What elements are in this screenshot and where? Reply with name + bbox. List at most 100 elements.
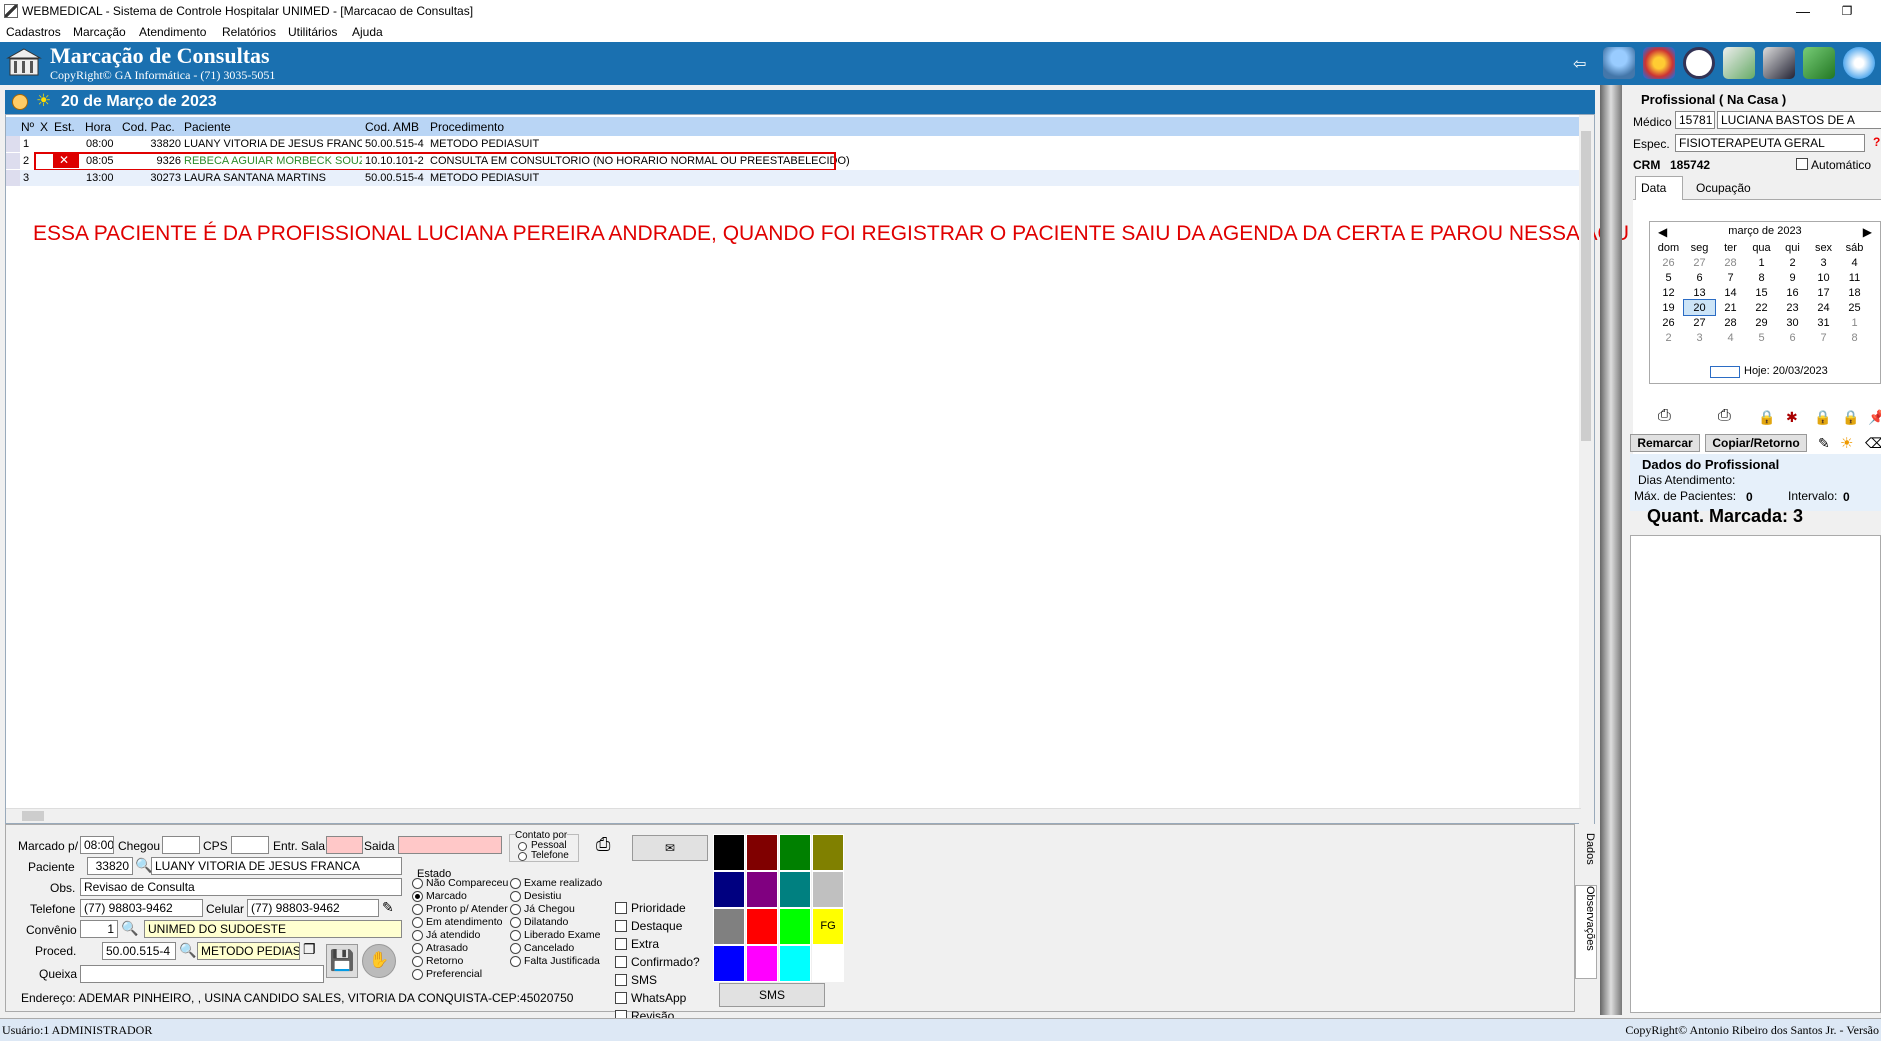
estado-radio-7-left[interactable]	[412, 969, 423, 980]
pin-icon[interactable]: 📌	[1868, 409, 1881, 426]
minimize-icon[interactable]: —	[1781, 1, 1825, 21]
calendar-day[interactable]: 6	[1777, 330, 1808, 345]
calendar-day[interactable]: 19	[1653, 300, 1684, 315]
menu-utilitarios[interactable]: Utilitários	[288, 25, 337, 39]
color-swatch[interactable]	[713, 945, 745, 982]
table-row[interactable]: 1 08:00 33820 LUANY VITORIA DE JESUS FRA…	[6, 136, 1581, 153]
estado-radio-1-left[interactable]	[412, 891, 423, 902]
calendar-day[interactable]: 29	[1746, 315, 1777, 330]
tab-dados[interactable]: Dados	[1578, 833, 1596, 883]
handshake-icon[interactable]	[1763, 47, 1795, 79]
estado-radio-3-left[interactable]	[412, 917, 423, 928]
estado-radio-1-right[interactable]	[510, 891, 521, 902]
menu-ajuda[interactable]: Ajuda	[352, 25, 383, 39]
color-swatch[interactable]	[746, 871, 778, 908]
color-swatch[interactable]	[812, 871, 844, 908]
calendar-day[interactable]: 7	[1715, 270, 1746, 285]
calendar-day[interactable]: 4	[1839, 255, 1870, 270]
calendar-day[interactable]: 14	[1715, 285, 1746, 300]
lock-icon[interactable]: 🔒	[1758, 409, 1775, 426]
calendar-day[interactable]: 9	[1777, 270, 1808, 285]
edit-doc-icon[interactable]: ✎	[1818, 435, 1830, 452]
paciente-name-field[interactable]: LUANY VITORIA DE JESUS FRANCA	[151, 857, 402, 875]
medico-code-field[interactable]: 15781	[1675, 111, 1715, 129]
calendar-day[interactable]: 27	[1684, 255, 1715, 270]
calendar-day[interactable]: 2	[1653, 330, 1684, 345]
menu-relatorios[interactable]: Relatórios	[222, 25, 276, 39]
table-row[interactable]: 3 13:00 30273 LAURA SANTANA MARTINS 50.0…	[6, 170, 1581, 187]
color-swatch[interactable]	[779, 834, 811, 871]
estado-radio-4-left[interactable]	[412, 930, 423, 941]
tab-data[interactable]: Data	[1635, 176, 1683, 200]
calendar-day[interactable]: 6	[1684, 270, 1715, 285]
calendar-day[interactable]: 25	[1839, 300, 1870, 315]
estado-radio-0-right[interactable]	[510, 878, 521, 889]
col-n[interactable]: Nº	[21, 120, 34, 134]
copy-icon[interactable]: ❐	[303, 941, 316, 958]
entr-sala-field[interactable]	[326, 836, 363, 854]
print-list-icon[interactable]: ⎙	[1718, 407, 1731, 425]
menu-cadastros[interactable]: Cadastros	[6, 25, 61, 39]
today-link[interactable]: Hoje: 20/03/2023	[1744, 365, 1828, 377]
espec-field[interactable]: FISIOTERAPEUTA GERAL	[1675, 134, 1865, 152]
calendar-day[interactable]: 11	[1839, 270, 1870, 285]
calendar-day[interactable]: 16	[1777, 285, 1808, 300]
tab-ocupacao[interactable]: Ocupação	[1688, 178, 1766, 200]
users-icon[interactable]	[1603, 47, 1635, 79]
color-swatch[interactable]	[779, 908, 811, 945]
contato-telefone-radio[interactable]	[518, 852, 527, 861]
bug-icon[interactable]: ✱	[1786, 409, 1798, 426]
menu-atendimento[interactable]: Atendimento	[139, 25, 206, 39]
envelope-button[interactable]: ✉	[632, 835, 708, 861]
proced-name-field[interactable]: METODO PEDIAS	[197, 942, 300, 960]
col-x[interactable]: X	[40, 120, 48, 134]
queixa-field[interactable]	[80, 965, 324, 983]
color-swatch[interactable]	[746, 834, 778, 871]
calendar-day[interactable]: 13	[1684, 285, 1715, 300]
calendar-day[interactable]: 12	[1653, 285, 1684, 300]
back-arrow-icon[interactable]: ⇦	[1573, 54, 1586, 74]
horizontal-scrollbar[interactable]	[6, 808, 1581, 823]
sun-small-icon[interactable]: ☀	[1840, 434, 1853, 452]
help-icon[interactable]: ?	[1873, 135, 1880, 149]
tab-observacoes[interactable]: Observações	[1575, 885, 1597, 979]
notepad-icon[interactable]	[1723, 47, 1755, 79]
copiar-retorno-button[interactable]: Copiar/Retorno	[1705, 434, 1807, 452]
calendar-day[interactable]: 28	[1715, 255, 1746, 270]
estado-radio-3-right[interactable]	[510, 917, 521, 928]
color-swatch[interactable]	[779, 871, 811, 908]
clock-icon[interactable]	[1683, 47, 1715, 79]
telefone-field[interactable]: (77) 98803-9462	[80, 899, 203, 917]
calendar-day[interactable]: 30	[1777, 315, 1808, 330]
exit-icon[interactable]	[1843, 47, 1875, 79]
color-swatch[interactable]	[746, 945, 778, 982]
vertical-scrollbar[interactable]	[1579, 115, 1594, 825]
caduceus-icon[interactable]	[1643, 47, 1675, 79]
checkbox-0[interactable]	[615, 902, 627, 914]
celular-field[interactable]: (77) 98803-9462	[247, 899, 379, 917]
calendar-day[interactable]: 3	[1684, 330, 1715, 345]
calendar-day[interactable]: 8	[1746, 270, 1777, 285]
sms-icon[interactable]	[1803, 47, 1835, 79]
phone-edit-icon[interactable]: ✎	[382, 899, 394, 916]
cps-field[interactable]	[231, 836, 269, 854]
checkbox-4[interactable]	[615, 974, 627, 986]
calendar-day[interactable]: 23	[1777, 300, 1808, 315]
calendar-day[interactable]: 17	[1808, 285, 1839, 300]
calendar-day[interactable]: 8	[1839, 330, 1870, 345]
calendar-day[interactable]: 28	[1715, 315, 1746, 330]
chegou-field[interactable]	[162, 836, 200, 854]
automatico-checkbox[interactable]	[1796, 158, 1808, 170]
calendar-day[interactable]: 3	[1808, 255, 1839, 270]
estado-radio-2-left[interactable]	[412, 904, 423, 915]
proced-code-field[interactable]: 50.00.515-4	[102, 942, 176, 960]
estado-radio-0-left[interactable]	[412, 878, 423, 889]
col-procedimento[interactable]: Procedimento	[430, 120, 504, 134]
col-hora[interactable]: Hora	[85, 120, 111, 134]
calendar-day[interactable]: 1	[1746, 255, 1777, 270]
color-swatch[interactable]	[713, 908, 745, 945]
proced-search-icon[interactable]: 🔍	[179, 942, 196, 959]
color-swatch[interactable]	[746, 908, 778, 945]
calendar-day[interactable]: 31	[1808, 315, 1839, 330]
save-icon[interactable]: 💾	[326, 944, 358, 978]
